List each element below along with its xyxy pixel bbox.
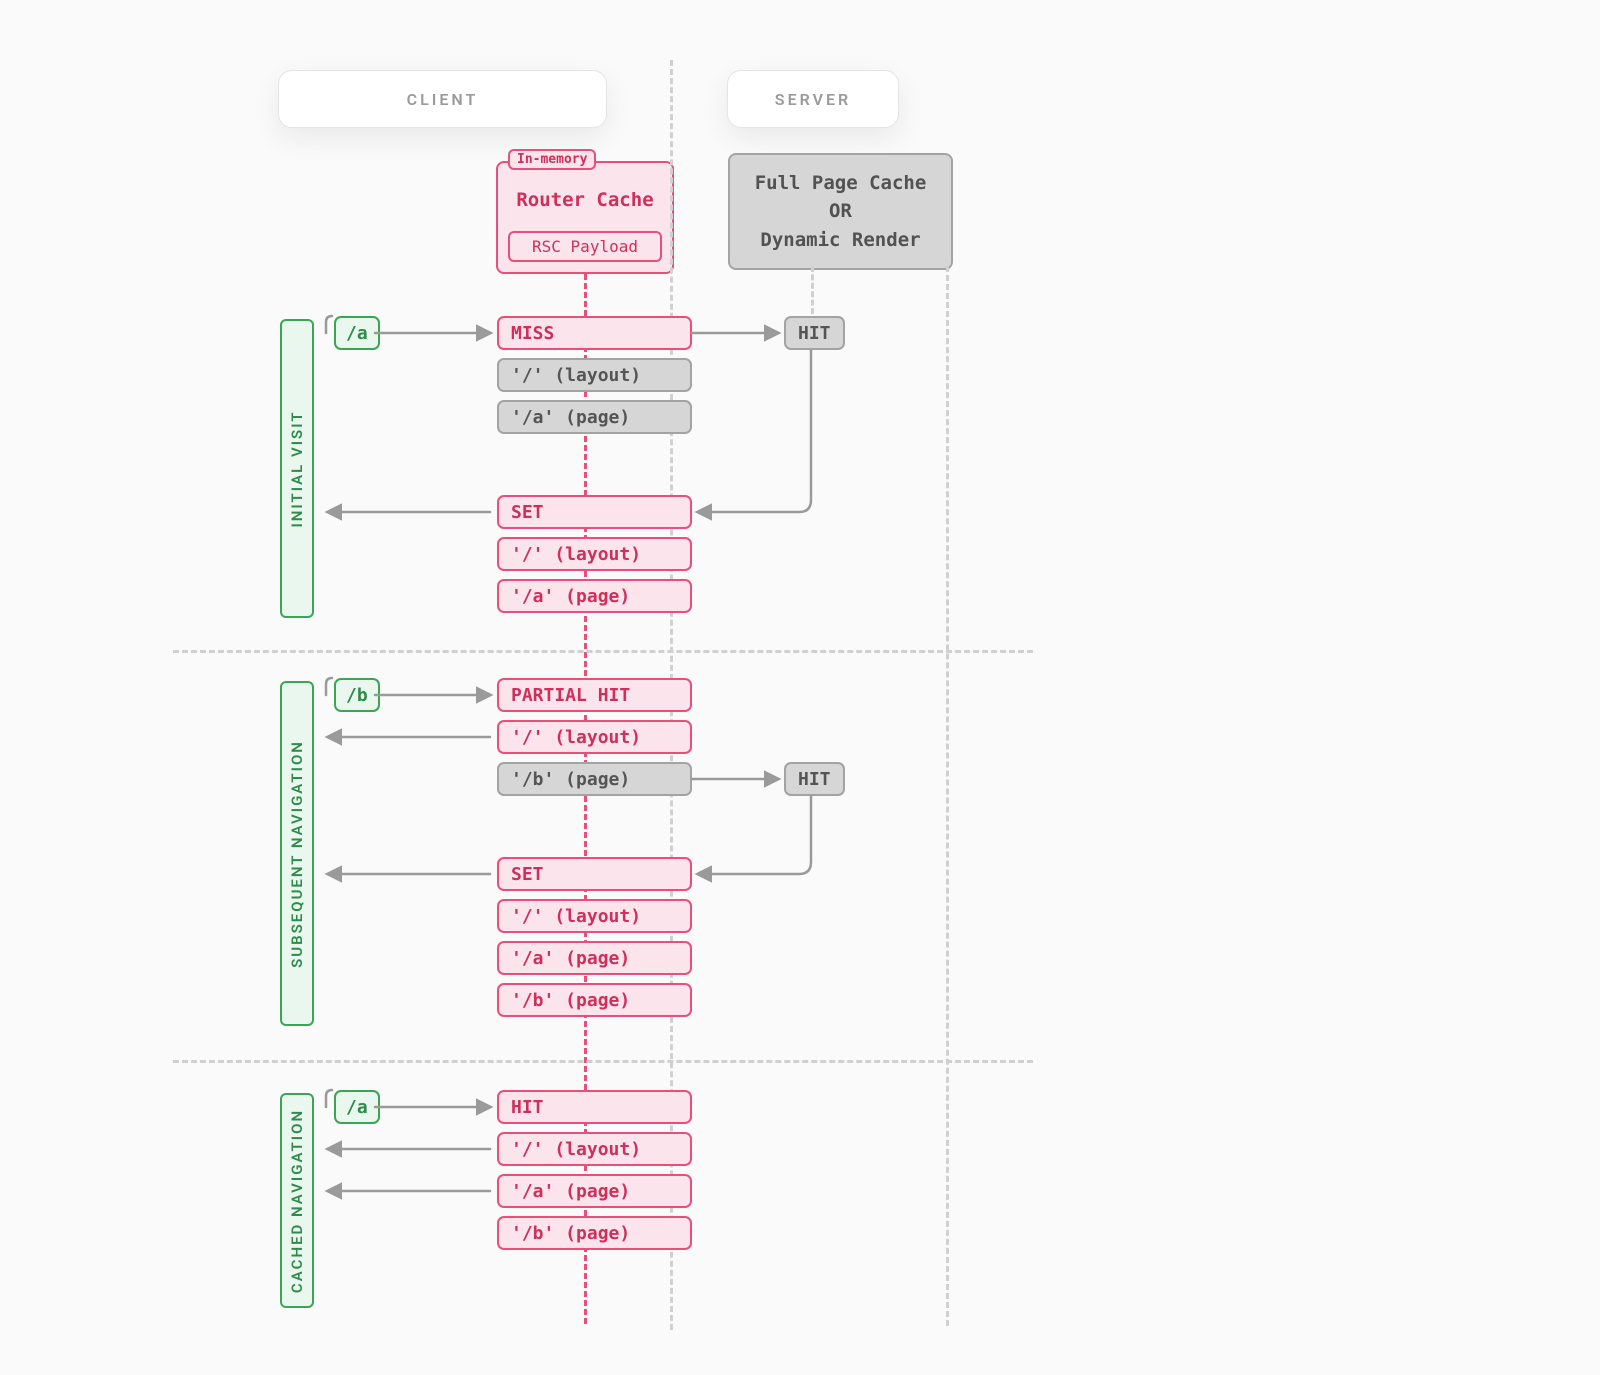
initial-row-2: '/a' (page) bbox=[497, 400, 692, 434]
subseq-row-4: '/' (layout) bbox=[497, 899, 692, 933]
subseq-row-5: '/a' (page) bbox=[497, 941, 692, 975]
subseq-row-0: PARTIAL HIT bbox=[497, 678, 692, 712]
server-label: SERVER bbox=[775, 90, 851, 109]
initial-row-4: '/' (layout) bbox=[497, 537, 692, 571]
initial-row-1: '/' (layout) bbox=[497, 358, 692, 392]
cached-row-1: '/' (layout) bbox=[497, 1132, 692, 1166]
initial-server-hit: HIT bbox=[784, 316, 845, 350]
router-cache-sub: RSC Payload bbox=[508, 231, 662, 262]
server-right-divider bbox=[946, 266, 949, 1326]
cached-row-0: HIT bbox=[497, 1090, 692, 1124]
initial-visit-text: INITIAL VISIT bbox=[288, 410, 306, 527]
initial-row-5: '/a' (page) bbox=[497, 579, 692, 613]
subseq-row-2: '/b' (page) bbox=[497, 762, 692, 796]
initial-row-3: SET bbox=[497, 495, 692, 529]
router-cache-tag: In-memory bbox=[508, 149, 596, 170]
cached-text: CACHED NAVIGATION bbox=[288, 1108, 306, 1292]
subseq-server-hit: HIT bbox=[784, 762, 845, 796]
router-cache-title: Router Cache bbox=[498, 189, 672, 211]
client-cap: CLIENT bbox=[278, 70, 607, 128]
subseq-row-1: '/' (layout) bbox=[497, 720, 692, 754]
cached-label: CACHED NAVIGATION bbox=[280, 1093, 314, 1308]
initial-visit-label: INITIAL VISIT bbox=[280, 319, 314, 618]
initial-row-0: MISS bbox=[497, 316, 692, 350]
divider-2 bbox=[173, 1060, 1033, 1063]
route-badge-subseq: /b bbox=[334, 678, 380, 712]
cached-row-2: '/a' (page) bbox=[497, 1174, 692, 1208]
subseq-row-6: '/b' (page) bbox=[497, 983, 692, 1017]
route-badge-initial: /a bbox=[334, 316, 380, 350]
subseq-row-3: SET bbox=[497, 857, 692, 891]
client-label: CLIENT bbox=[407, 90, 479, 109]
server-cap: SERVER bbox=[727, 70, 899, 128]
router-cache-box: In-memory Router Cache RSC Payload bbox=[496, 161, 674, 274]
server-top-stub bbox=[811, 266, 814, 314]
divider-1 bbox=[173, 650, 1033, 653]
subseq-text: SUBSEQUENT NAVIGATION bbox=[288, 740, 306, 968]
cached-row-3: '/b' (page) bbox=[497, 1216, 692, 1250]
route-badge-cached: /a bbox=[334, 1090, 380, 1124]
server-cache-box: Full Page Cache OR Dynamic Render bbox=[728, 153, 953, 270]
subseq-label: SUBSEQUENT NAVIGATION bbox=[280, 681, 314, 1026]
